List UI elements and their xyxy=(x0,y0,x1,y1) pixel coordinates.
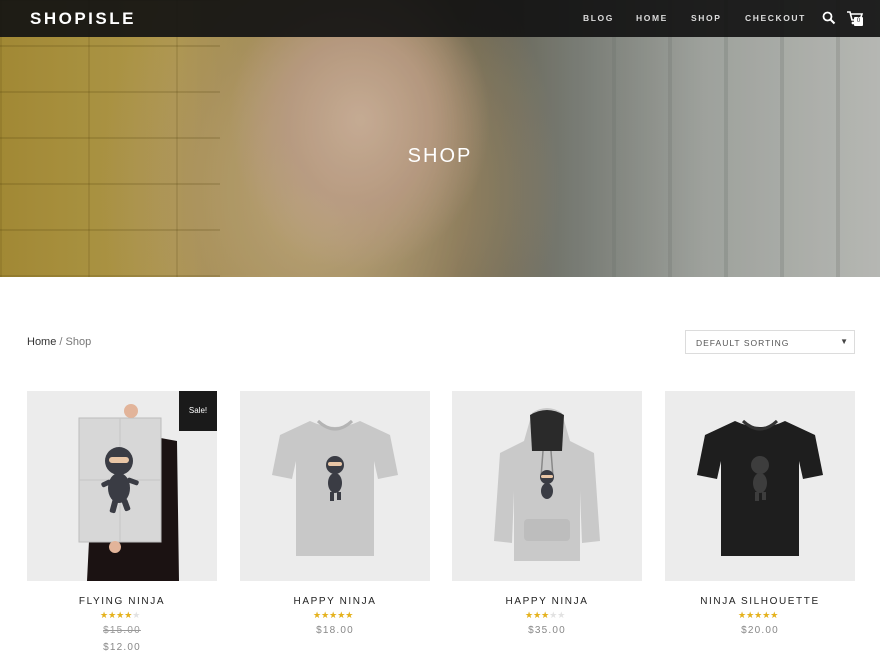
tshirt-illustration xyxy=(272,419,398,556)
product-card[interactable]: HAPPY NINJA ★★★★★ ★★★★★ $18.00 xyxy=(240,391,430,636)
hoodie-illustration xyxy=(494,408,600,561)
star-rating: ★★★★★ ★★★★★ xyxy=(738,611,782,620)
regular-price: $35.00 xyxy=(528,625,566,636)
nav-item-shop[interactable]: SHOP xyxy=(691,13,722,23)
product-image[interactable] xyxy=(452,391,642,581)
original-price: $15.00 xyxy=(103,625,141,636)
product-card[interactable]: HAPPY NINJA ★★★★★ ★★★★★ $35.00 xyxy=(452,391,642,636)
product-price: $20.00 xyxy=(665,625,855,636)
sorting-selected-value: DEFAULT SORTING xyxy=(696,338,790,348)
search-icon[interactable] xyxy=(822,11,836,25)
hero-banner: SHOP xyxy=(0,0,880,277)
breadcrumb: Home / Shop xyxy=(27,336,91,348)
sorting-select[interactable]: DEFAULT SORTING ▼ xyxy=(685,330,855,354)
product-name[interactable]: HAPPY NINJA xyxy=(240,596,430,607)
sale-badge: Sale! xyxy=(179,391,217,431)
nav-item-checkout[interactable]: CHECKOUT xyxy=(745,13,806,23)
top-navigation-bar: SHOPISLE BLOG HOME SHOP CHECKOUT 0 xyxy=(0,0,880,37)
star-rating-filled-icons: ★★★★★ xyxy=(738,611,779,620)
product-name[interactable]: FLYING NINJA xyxy=(27,596,217,607)
star-rating: ★★★★★ ★★★★★ xyxy=(313,611,357,620)
breadcrumb-separator: / xyxy=(56,336,66,348)
sale-price: $12.00 xyxy=(103,642,141,653)
regular-price: $18.00 xyxy=(316,625,354,636)
product-image[interactable]: Sale! xyxy=(27,391,217,581)
nav-item-blog[interactable]: BLOG xyxy=(583,13,614,23)
product-price: $15.00 $12.00 xyxy=(27,625,217,653)
regular-price: $20.00 xyxy=(741,625,779,636)
star-rating: ★★★★★ ★★★★★ xyxy=(100,611,144,620)
product-image[interactable] xyxy=(240,391,430,581)
product-card[interactable]: Sale! FLYING NINJA ★★★★★ ★★★★★ $15.00 $1… xyxy=(27,391,217,653)
product-price: $18.00 xyxy=(240,625,430,636)
product-name[interactable]: HAPPY NINJA xyxy=(452,596,642,607)
black-tshirt-illustration xyxy=(697,419,823,556)
star-rating-filled-icons: ★★★★★ xyxy=(525,611,550,620)
star-rating-filled-icons: ★★★★★ xyxy=(313,611,354,620)
star-rating: ★★★★★ ★★★★★ xyxy=(525,611,569,620)
product-card[interactable]: NINJA SILHOUETTE ★★★★★ ★★★★★ $20.00 xyxy=(665,391,855,636)
breadcrumb-current: Shop xyxy=(65,336,92,348)
product-name[interactable]: NINJA SILHOUETTE xyxy=(665,596,855,607)
nav-item-home[interactable]: HOME xyxy=(636,13,668,23)
breadcrumb-home-link[interactable]: Home xyxy=(27,336,56,348)
page-title: SHOP xyxy=(407,145,473,167)
product-price: $35.00 xyxy=(452,625,642,636)
cart-count-badge: 0 xyxy=(854,17,863,26)
product-image[interactable] xyxy=(665,391,855,581)
chevron-down-icon: ▼ xyxy=(840,337,848,346)
main-nav: BLOG HOME SHOP CHECKOUT xyxy=(0,13,880,25)
hero-overlay xyxy=(0,0,880,277)
star-rating-filled-icons: ★★★★★ xyxy=(100,611,133,620)
